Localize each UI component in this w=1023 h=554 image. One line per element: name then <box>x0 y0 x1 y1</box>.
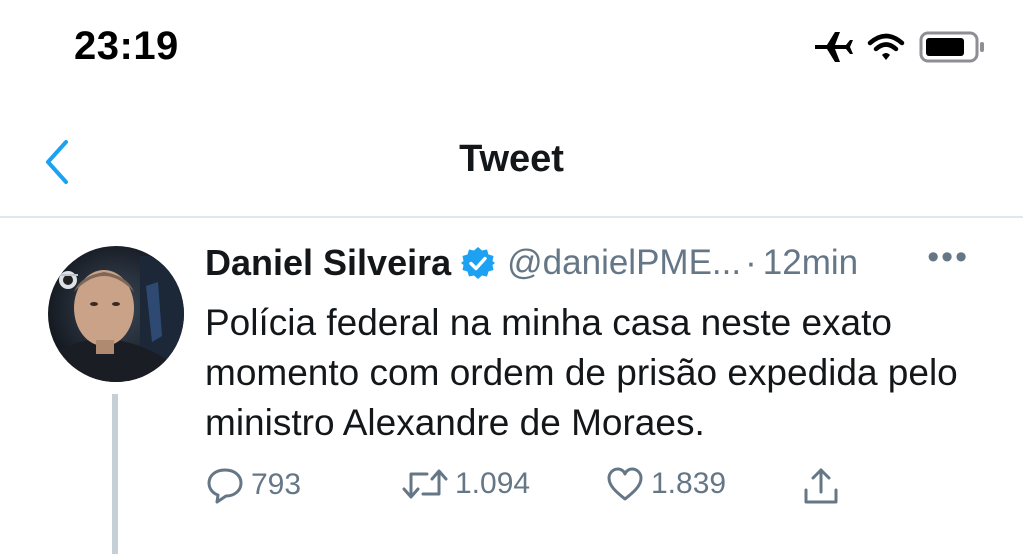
like-button[interactable]: 1.839 <box>605 466 726 502</box>
tweet-actions: 793 1.094 1.839 <box>205 466 865 510</box>
retweet-count: 1.094 <box>455 467 531 500</box>
tweet-text: Polícia federal na minha casa neste exat… <box>205 302 958 443</box>
retweet-icon <box>402 469 448 499</box>
status-time: 23:19 <box>74 24 179 68</box>
nav-bar: Tweet <box>0 112 1023 218</box>
author-name[interactable]: Daniel Silveira <box>205 242 451 284</box>
separator-dot: · <box>745 243 757 282</box>
status-bar: 23:19 <box>0 0 1023 100</box>
verified-badge-icon <box>461 247 496 279</box>
retweet-button[interactable]: 1.094 <box>401 466 530 502</box>
status-icons <box>813 30 985 64</box>
heart-icon <box>607 467 643 501</box>
author-handle[interactable]: @danielPME... <box>507 243 741 283</box>
airplane-icon <box>815 32 853 62</box>
tweet-header: Daniel Silveira @danielPME... · 12min <box>205 242 858 284</box>
like-count: 1.839 <box>651 467 727 500</box>
avatar[interactable] <box>48 246 184 382</box>
reply-icon <box>207 468 243 504</box>
wifi-icon <box>867 33 905 60</box>
tweet-timestamp[interactable]: 12min <box>763 243 858 283</box>
page-title: Tweet <box>459 138 564 180</box>
more-icon: ••• <box>927 238 969 276</box>
battery-icon <box>919 31 984 63</box>
share-button[interactable] <box>801 466 841 506</box>
thread-line <box>112 394 118 554</box>
more-options-button[interactable]: ••• <box>927 238 969 277</box>
share-icon <box>804 468 838 504</box>
reply-count: 793 <box>251 468 302 501</box>
reply-button[interactable]: 793 <box>205 466 301 504</box>
tweet[interactable]: Daniel Silveira @danielPME... · 12min ••… <box>0 218 1023 554</box>
